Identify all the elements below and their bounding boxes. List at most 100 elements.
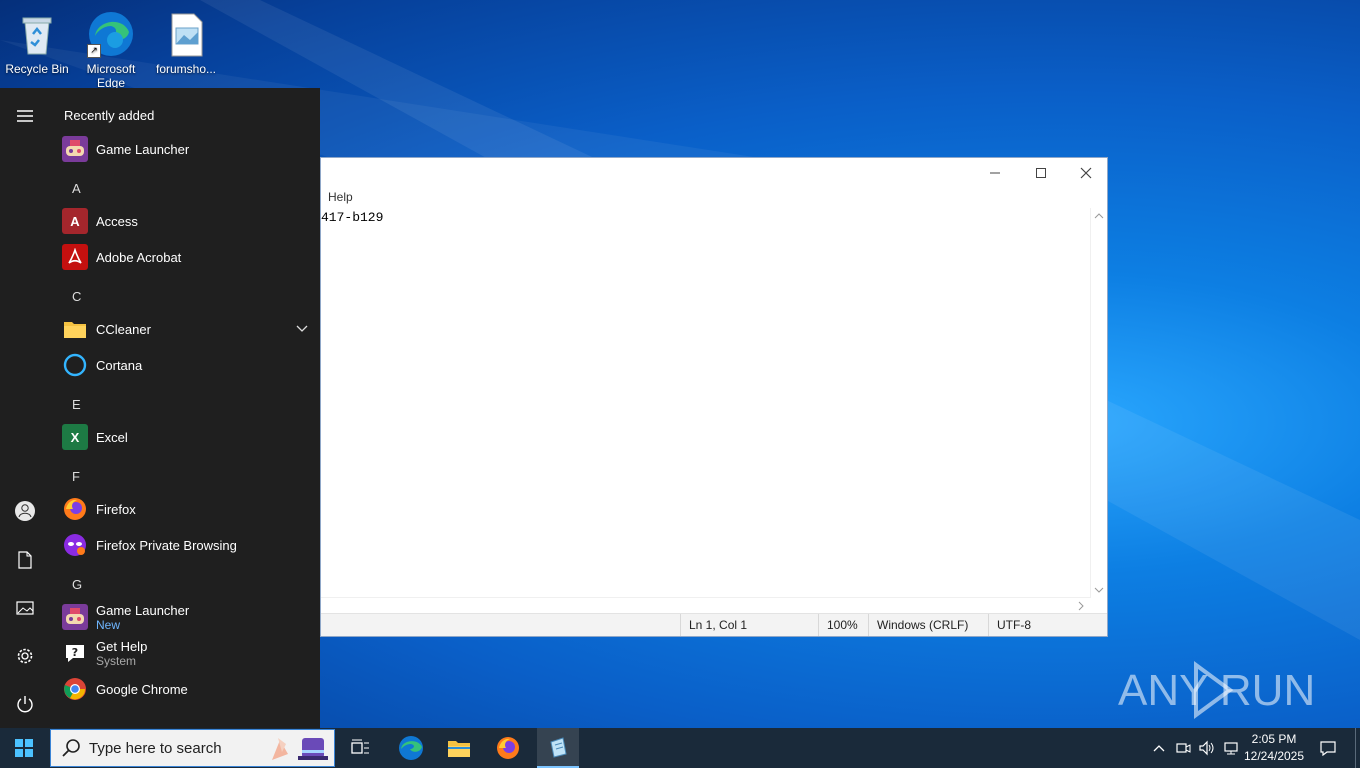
notepad-content: 417-b129 xyxy=(321,210,384,225)
start-menu: Recently added Game Launcher A A Access … xyxy=(0,88,320,728)
app-list: Recently added Game Launcher A A Access … xyxy=(50,88,320,728)
search-highlight-illustration xyxy=(272,738,328,760)
app-label: Cortana xyxy=(96,357,143,373)
vertical-scrollbar[interactable] xyxy=(1090,208,1107,598)
document-icon xyxy=(18,551,32,569)
app-label: Excel xyxy=(96,429,128,445)
firefox-icon xyxy=(62,496,88,522)
app-item-game-launcher[interactable]: Game Launcher New xyxy=(62,600,308,634)
access-icon: A xyxy=(62,208,88,234)
app-label: Get Help xyxy=(96,638,148,654)
app-item-get-help[interactable]: ? Get Help System xyxy=(62,636,308,670)
game-launcher-icon xyxy=(62,604,88,630)
app-item-firefox[interactable]: Firefox xyxy=(62,492,308,526)
app-label: Adobe Acrobat xyxy=(96,249,182,265)
taskbar: Type here to search 2:05 PM 12/24/2025 xyxy=(0,728,1360,768)
image-file-icon xyxy=(162,10,210,58)
app-label: CCleaner xyxy=(96,321,151,337)
notepad-statusbar: Ln 1, Col 1 100% Windows (CRLF) UTF-8 xyxy=(321,613,1107,636)
recently-added-header: Recently added xyxy=(64,108,155,123)
app-item-cortana[interactable]: Cortana xyxy=(62,348,308,382)
minimize-button[interactable] xyxy=(972,158,1018,188)
start-button[interactable] xyxy=(0,728,48,768)
app-item-ccleaner-folder[interactable]: CCleaner xyxy=(62,312,308,346)
edge-icon: ↗ xyxy=(87,10,135,58)
edge-icon xyxy=(399,736,423,760)
folder-icon xyxy=(62,316,88,342)
app-item-adobe-acrobat[interactable]: Adobe Acrobat xyxy=(62,240,308,274)
app-label: Firefox xyxy=(96,501,136,517)
taskbar-file-explorer-button[interactable] xyxy=(437,728,481,768)
scroll-down-icon xyxy=(1094,587,1104,593)
app-label: Google Chrome xyxy=(96,681,188,697)
notification-icon xyxy=(1320,741,1336,756)
maximize-button[interactable] xyxy=(1018,158,1064,188)
letter-header-g[interactable]: G xyxy=(72,577,82,592)
start-rail xyxy=(0,88,50,728)
status-zoom: 100% xyxy=(818,614,868,636)
gear-icon xyxy=(17,648,33,664)
expand-menu-button[interactable] xyxy=(12,103,38,129)
taskbar-firefox-button[interactable] xyxy=(486,728,530,768)
maximize-icon xyxy=(1036,168,1046,178)
taskbar-search-box[interactable]: Type here to search xyxy=(50,729,335,767)
search-placeholder: Type here to search xyxy=(89,739,222,757)
letter-header-f[interactable]: F xyxy=(72,469,80,484)
webcam-icon xyxy=(1176,743,1191,753)
firefox-private-icon xyxy=(62,532,88,558)
pictures-icon xyxy=(16,601,34,615)
horizontal-scrollbar[interactable] xyxy=(321,597,1091,614)
settings-button[interactable] xyxy=(12,643,38,669)
chevron-up-icon xyxy=(1153,745,1165,752)
pictures-button[interactable] xyxy=(12,595,38,621)
action-center-button[interactable] xyxy=(1314,728,1342,768)
app-item-access[interactable]: A Access xyxy=(62,204,308,238)
get-help-icon: ? xyxy=(62,640,88,666)
menu-help[interactable]: Help xyxy=(328,190,353,204)
app-item-excel[interactable]: X Excel xyxy=(62,420,308,454)
show-hidden-icons-button[interactable] xyxy=(1148,728,1170,768)
tray-meet-button[interactable] xyxy=(1172,728,1194,768)
firefox-icon xyxy=(497,737,519,759)
app-label: Game Launcher xyxy=(96,602,190,618)
task-view-icon xyxy=(351,739,369,754)
taskbar-clock[interactable]: 2:05 PM 12/24/2025 xyxy=(1238,731,1310,765)
documents-button[interactable] xyxy=(12,547,38,573)
desktop-icon-label: Microsoft Edge xyxy=(86,62,136,90)
app-label: Firefox Private Browsing xyxy=(96,537,237,553)
show-desktop-button[interactable] xyxy=(1355,728,1360,768)
desktop-icon-edge[interactable]: ↗ Microsoft Edge xyxy=(74,4,148,90)
chevron-down-icon xyxy=(296,325,308,332)
task-view-button[interactable] xyxy=(338,728,382,768)
app-label: Game Launcher xyxy=(96,141,190,157)
power-button[interactable] xyxy=(12,691,38,717)
desktop-icon-image-file[interactable]: forumsho... xyxy=(149,4,223,76)
game-launcher-icon xyxy=(62,136,88,162)
notepad-titlebar[interactable] xyxy=(321,158,1107,188)
letter-header-c[interactable]: C xyxy=(72,289,81,304)
scroll-right-icon xyxy=(1078,601,1084,611)
windows-logo-icon xyxy=(15,739,33,757)
desktop-icon-label: forumsho... xyxy=(155,62,217,76)
scroll-up-icon xyxy=(1094,213,1104,219)
user-account-button[interactable] xyxy=(12,498,38,524)
clock-time: 2:05 PM xyxy=(1251,732,1297,746)
taskbar-notepad-button[interactable] xyxy=(537,728,579,768)
app-item-google-chrome[interactable]: Google Chrome xyxy=(62,672,308,706)
app-label: Access xyxy=(96,213,138,229)
hamburger-icon xyxy=(17,110,33,122)
app-item-firefox-private[interactable]: Firefox Private Browsing xyxy=(62,528,308,562)
close-button[interactable] xyxy=(1063,158,1109,188)
letter-header-a[interactable]: A xyxy=(72,181,81,196)
notepad-menubar: Help xyxy=(321,188,1107,206)
notepad-icon xyxy=(550,737,567,758)
notepad-text-area[interactable]: 417-b129 xyxy=(321,208,1091,598)
desktop-icon-label: Recycle Bin xyxy=(5,62,69,76)
app-item-game-launcher-recent[interactable]: Game Launcher xyxy=(62,132,308,166)
letter-header-e[interactable]: E xyxy=(72,397,81,412)
volume-button[interactable] xyxy=(1196,728,1218,768)
recycle-bin-icon xyxy=(13,10,61,58)
taskbar-edge-button[interactable] xyxy=(389,728,433,768)
svg-text:?: ? xyxy=(72,646,78,659)
desktop-icon-recycle-bin[interactable]: Recycle Bin xyxy=(0,4,74,76)
